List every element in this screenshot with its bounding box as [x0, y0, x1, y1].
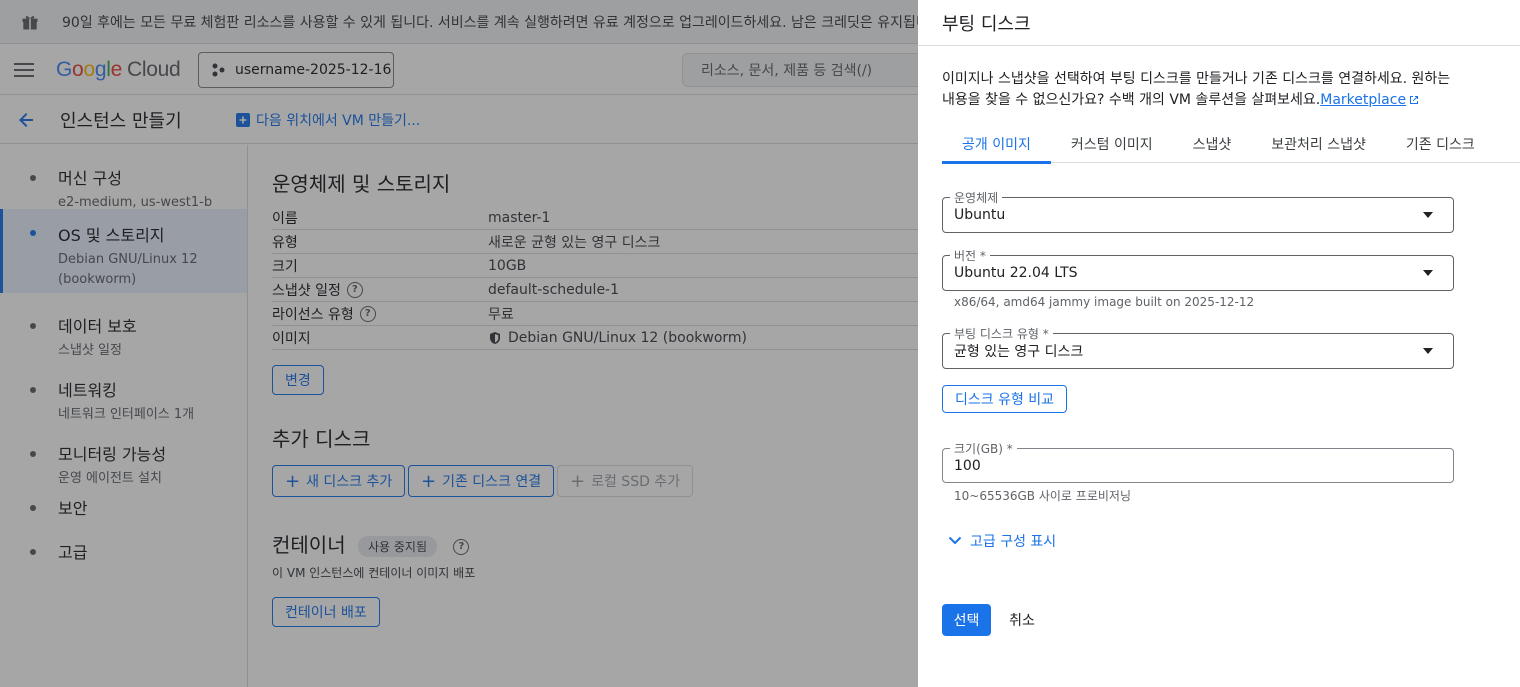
disk-type-label: 부팅 디스크 유형 *: [950, 325, 1053, 342]
cancel-button[interactable]: 취소: [1004, 604, 1040, 636]
dropdown-caret-icon: [1423, 212, 1433, 218]
os-label: 운영체제: [950, 189, 1003, 206]
os-select[interactable]: 운영체제 Ubuntu: [942, 189, 1454, 233]
drawer-title: 부팅 디스크: [918, 0, 1520, 46]
external-link-icon: [1410, 96, 1419, 104]
tab-public-images[interactable]: 공개 이미지: [942, 124, 1051, 164]
marketplace-link[interactable]: Marketplace: [1320, 92, 1406, 108]
dropdown-caret-icon: [1423, 348, 1433, 354]
tab-custom-images[interactable]: 커스텀 이미지: [1051, 124, 1173, 163]
drawer-description: 이미지나 스냅샷을 선택하여 부팅 디스크를 만들거나 기존 디스크를 연결하세…: [942, 71, 1451, 108]
os-value: Ubuntu: [954, 207, 1006, 223]
version-hint: x86/64, amd64 jammy image built on 2025-…: [954, 295, 1255, 309]
tab-existing-disks[interactable]: 기존 디스크: [1386, 124, 1495, 163]
size-input[interactable]: 크기(GB) * 100: [942, 440, 1454, 483]
show-advanced-toggle[interactable]: 고급 구성 표시: [948, 531, 1056, 551]
tab-archive-snapshots[interactable]: 보관처리 스냅샷: [1251, 124, 1386, 163]
tab-snapshots[interactable]: 스냅샷: [1173, 124, 1252, 163]
size-value: 100: [954, 457, 981, 474]
size-label: 크기(GB) *: [950, 440, 1017, 457]
version-label: 버전 *: [950, 247, 990, 264]
version-select[interactable]: 버전 * Ubuntu 22.04 LTS: [942, 247, 1454, 291]
boot-disk-drawer: 부팅 디스크 이미지나 스냅샷을 선택하여 부팅 디스크를 만들거나 기존 디스…: [918, 0, 1520, 687]
select-button[interactable]: 선택: [942, 604, 991, 636]
version-value: Ubuntu 22.04 LTS: [954, 265, 1078, 281]
chevron-down-icon: [948, 536, 962, 545]
dropdown-caret-icon: [1423, 270, 1433, 276]
size-hint: 10~65536GB 사이로 프로비저닝: [954, 489, 1131, 503]
modal-scrim[interactable]: [0, 0, 918, 687]
image-source-tabs: 공개 이미지 커스텀 이미지 스냅샷 보관처리 스냅샷 기존 디스크: [942, 124, 1520, 164]
compare-disk-types-button[interactable]: 디스크 유형 비교: [942, 385, 1068, 413]
boot-disk-type-select[interactable]: 부팅 디스크 유형 * 균형 있는 영구 디스크: [942, 325, 1454, 369]
disk-type-value: 균형 있는 영구 디스크: [954, 344, 1084, 360]
